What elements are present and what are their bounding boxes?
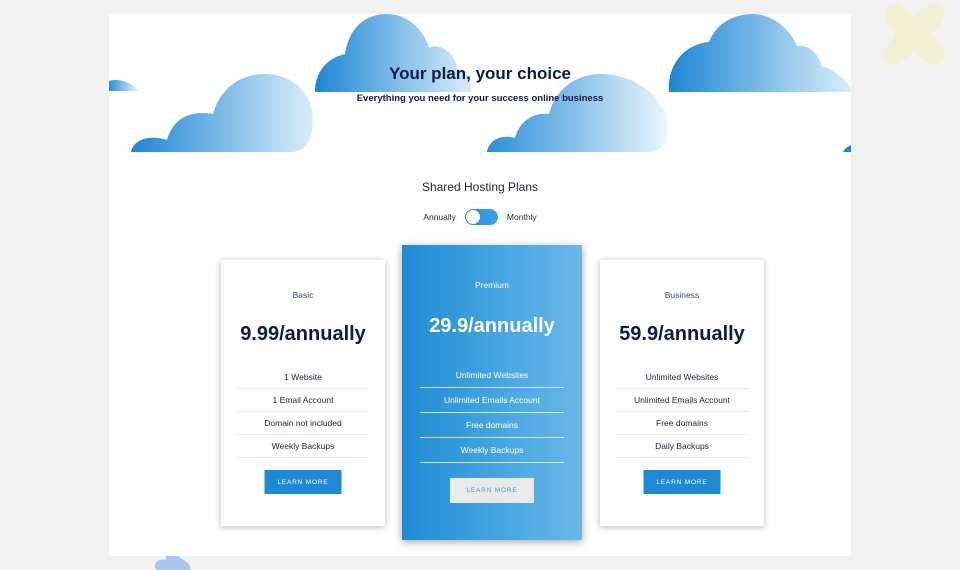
plan-name: Business: [664, 290, 700, 300]
plan-price: 29.9/annually: [429, 315, 555, 337]
plan-name: Premium: [474, 280, 509, 290]
x-shape-decoration: [883, 3, 945, 65]
feature-list: Unlimited Websites Unlimited Emails Acco…: [420, 363, 564, 463]
feature-item: Daily Backups: [616, 435, 748, 458]
learn-more-button-business[interactable]: LEARN MORE: [643, 470, 721, 494]
feature-item: Unlimited Websites: [420, 363, 564, 388]
plan-card-business: Business 59.9/annually Unlimited Website…: [600, 260, 764, 526]
feature-item: Weekly Backups: [237, 435, 369, 458]
plan-price: 9.99/annually: [240, 323, 366, 345]
feature-item: Free domains: [616, 412, 748, 435]
feature-item: Unlimited Emails Account: [616, 389, 748, 412]
billing-toggle-group: Annually Monthly: [109, 209, 851, 225]
section-title: Shared Hosting Plans: [421, 180, 539, 194]
feature-item: Unlimited Emails Account: [420, 388, 564, 413]
pricing-panel: Your plan, your choice Everything you ne…: [109, 14, 851, 556]
plan-card-premium: Premium 29.9/annually Unlimited Websites…: [402, 245, 582, 540]
annually-label[interactable]: Annually: [423, 212, 456, 222]
plan-name: Basic: [292, 290, 314, 300]
plan-price: 59.9/annually: [619, 323, 745, 345]
plan-card-basic: Basic 9.99/annually 1 Website 1 Email Ac…: [221, 260, 385, 526]
feature-list: Unlimited Websites Unlimited Emails Acco…: [616, 366, 748, 458]
feature-item: Domain not included: [237, 412, 369, 435]
hero-title: Your plan, your choice: [389, 64, 571, 83]
billing-toggle[interactable]: [464, 209, 498, 225]
feature-item: Weekly Backups: [420, 438, 564, 463]
feature-list: 1 Website 1 Email Account Domain not inc…: [237, 366, 369, 458]
feature-item: Free domains: [420, 413, 564, 438]
monthly-label[interactable]: Monthly: [507, 212, 537, 222]
feature-item: Unlimited Websites: [616, 366, 748, 389]
toggle-knob: [465, 210, 480, 224]
feature-item: 1 Website: [237, 366, 369, 389]
learn-more-button-premium[interactable]: LEARN MORE: [450, 478, 534, 503]
learn-more-button-basic[interactable]: LEARN MORE: [264, 470, 342, 494]
feature-item: 1 Email Account: [237, 389, 369, 412]
hero-subtitle: Everything you need for your success onl…: [356, 93, 604, 104]
